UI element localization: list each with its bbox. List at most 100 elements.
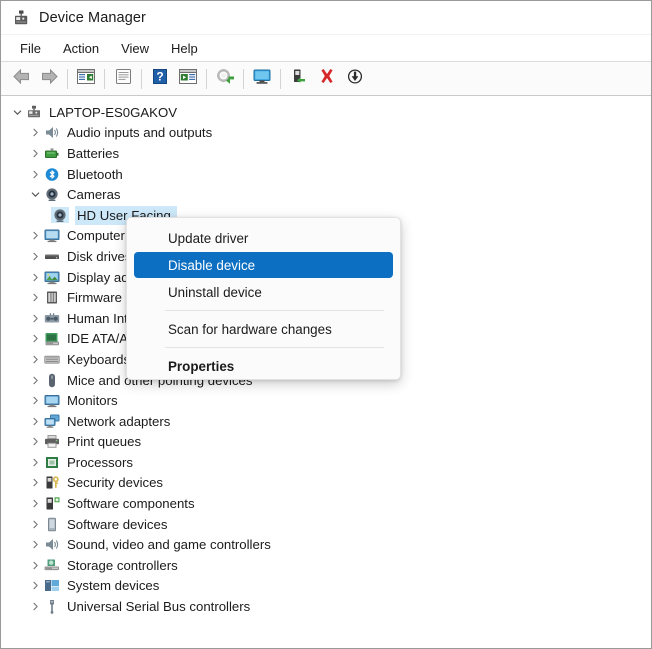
tree-item-label: Network adapters: [67, 413, 171, 429]
chevron-right-icon[interactable]: [27, 170, 43, 179]
ctx-properties[interactable]: Properties: [134, 353, 393, 379]
tree-item-network-adapters[interactable]: Network adapters: [1, 411, 651, 432]
tree-item-print-queues[interactable]: Print queues: [1, 432, 651, 453]
tree-item-label: Bluetooth: [67, 166, 123, 182]
toolbar-update-driver[interactable]: [211, 66, 239, 92]
device-manager-window: Device Manager File Action View Help ? L…: [0, 0, 652, 649]
tree-root-label: LAPTOP-ES0GAKOV: [49, 104, 178, 120]
mouse-icon: [43, 372, 61, 388]
bluetooth-icon: [43, 166, 61, 182]
menu-view[interactable]: View: [110, 38, 160, 59]
tree-item-cameras[interactable]: Cameras: [1, 184, 651, 205]
printer-icon: [43, 434, 61, 450]
chevron-right-icon[interactable]: [27, 499, 43, 508]
chevron-right-icon[interactable]: [27, 561, 43, 570]
network-adapter-icon: [43, 413, 61, 429]
chevron-right-icon[interactable]: [27, 149, 43, 158]
toolbar-add-legacy-hardware[interactable]: [341, 66, 369, 92]
chevron-right-icon[interactable]: [27, 458, 43, 467]
toolbar-properties[interactable]: [109, 66, 137, 92]
tree-item-label: Cameras: [67, 187, 121, 203]
ctx-update-driver[interactable]: Update driver: [134, 225, 393, 251]
forward-arrow-icon: [40, 68, 59, 90]
tree-item-software-components[interactable]: Software components: [1, 493, 651, 514]
svg-text:?: ?: [156, 69, 163, 83]
toolbar-separator: [243, 68, 244, 89]
toolbar-separator: [280, 68, 281, 89]
tree-item-processors[interactable]: Processors: [1, 452, 651, 473]
tree-item-label: Security devices: [67, 475, 164, 491]
context-menu[interactable]: Update driver Disable device Uninstall d…: [126, 217, 401, 380]
tree-root-item[interactable]: LAPTOP-ES0GAKOV: [1, 102, 651, 123]
chevron-right-icon[interactable]: [27, 355, 43, 364]
tree-item-universal-serial-bus-controllers[interactable]: Universal Serial Bus controllers: [1, 596, 651, 617]
tree-item-audio-inputs-and-outputs[interactable]: Audio inputs and outputs: [1, 123, 651, 144]
chevron-right-icon[interactable]: [27, 293, 43, 302]
tree-item-bluetooth[interactable]: Bluetooth: [1, 164, 651, 185]
context-menu-separator: [165, 347, 384, 348]
chevron-right-icon[interactable]: [27, 437, 43, 446]
tree-item-label: Processors: [67, 454, 133, 470]
ctx-scan-hardware-changes[interactable]: Scan for hardware changes: [134, 316, 393, 342]
menu-action[interactable]: Action: [52, 38, 110, 59]
speaker-icon: [43, 125, 61, 141]
chevron-right-icon[interactable]: [27, 581, 43, 590]
disable-device-icon: [290, 68, 308, 90]
chevron-down-icon[interactable]: [27, 190, 43, 199]
disk-drive-icon: [43, 248, 61, 264]
tree-item-label: System devices: [67, 578, 160, 594]
toolbar-scan-hardware[interactable]: [248, 66, 276, 92]
chevron-right-icon[interactable]: [27, 314, 43, 323]
chevron-right-icon[interactable]: [27, 252, 43, 261]
chevron-right-icon[interactable]: [27, 520, 43, 529]
chevron-right-icon[interactable]: [27, 478, 43, 487]
keyboard-icon: [43, 351, 61, 367]
toolbar-back[interactable]: [7, 66, 35, 92]
monitor-icon: [43, 228, 61, 244]
monitor-icon: [43, 393, 61, 409]
chevron-right-icon[interactable]: [27, 602, 43, 611]
menu-bar: File Action View Help: [1, 35, 651, 62]
tree-item-label: Computer: [67, 228, 125, 244]
chevron-right-icon[interactable]: [27, 334, 43, 343]
tree-item-label: Storage controllers: [67, 557, 178, 573]
chevron-right-icon[interactable]: [27, 417, 43, 426]
tree-item-storage-controllers[interactable]: Storage controllers: [1, 555, 651, 576]
chevron-right-icon[interactable]: [27, 376, 43, 385]
toolbar-disable-device[interactable]: [285, 66, 313, 92]
chevron-right-icon[interactable]: [27, 273, 43, 282]
toolbar-forward[interactable]: [35, 66, 63, 92]
properties-icon: [114, 68, 133, 90]
toolbar-help[interactable]: ?: [146, 66, 174, 92]
tree-item-software-devices[interactable]: Software devices: [1, 514, 651, 535]
toolbar-action-pane[interactable]: [174, 66, 202, 92]
chevron-right-icon[interactable]: [27, 231, 43, 240]
toolbar-uninstall-device[interactable]: [313, 66, 341, 92]
ctx-disable-device[interactable]: Disable device: [134, 252, 393, 278]
title-bar: Device Manager: [1, 1, 651, 35]
tree-item-monitors[interactable]: Monitors: [1, 390, 651, 411]
toolbar-console-tree[interactable]: [72, 66, 100, 92]
menu-file[interactable]: File: [9, 38, 52, 59]
update-driver-icon: [215, 68, 235, 90]
chevron-right-icon[interactable]: [27, 128, 43, 137]
security-device-icon: [43, 475, 61, 491]
chevron-right-icon[interactable]: [27, 396, 43, 405]
tree-item-sound-video-and-game-controllers[interactable]: Sound, video and game controllers: [1, 534, 651, 555]
tree-item-security-devices[interactable]: Security devices: [1, 473, 651, 494]
chevron-right-icon[interactable]: [27, 540, 43, 549]
display-adapter-icon: [43, 269, 61, 285]
chevron-down-icon[interactable]: [9, 108, 25, 117]
software-device-icon: [43, 516, 61, 532]
tree-item-label: Sound, video and game controllers: [67, 537, 271, 553]
window-title: Device Manager: [39, 9, 146, 26]
toolbar-separator: [104, 68, 105, 89]
uninstall-device-icon: [318, 68, 336, 90]
toolbar-separator: [206, 68, 207, 89]
tree-item-system-devices[interactable]: System devices: [1, 576, 651, 597]
tree-item-label: Firmware: [67, 290, 122, 306]
tree-item-batteries[interactable]: Batteries: [1, 143, 651, 164]
ctx-uninstall-device[interactable]: Uninstall device: [134, 279, 393, 305]
tree-item-label: Print queues: [67, 434, 142, 450]
menu-help[interactable]: Help: [160, 38, 209, 59]
